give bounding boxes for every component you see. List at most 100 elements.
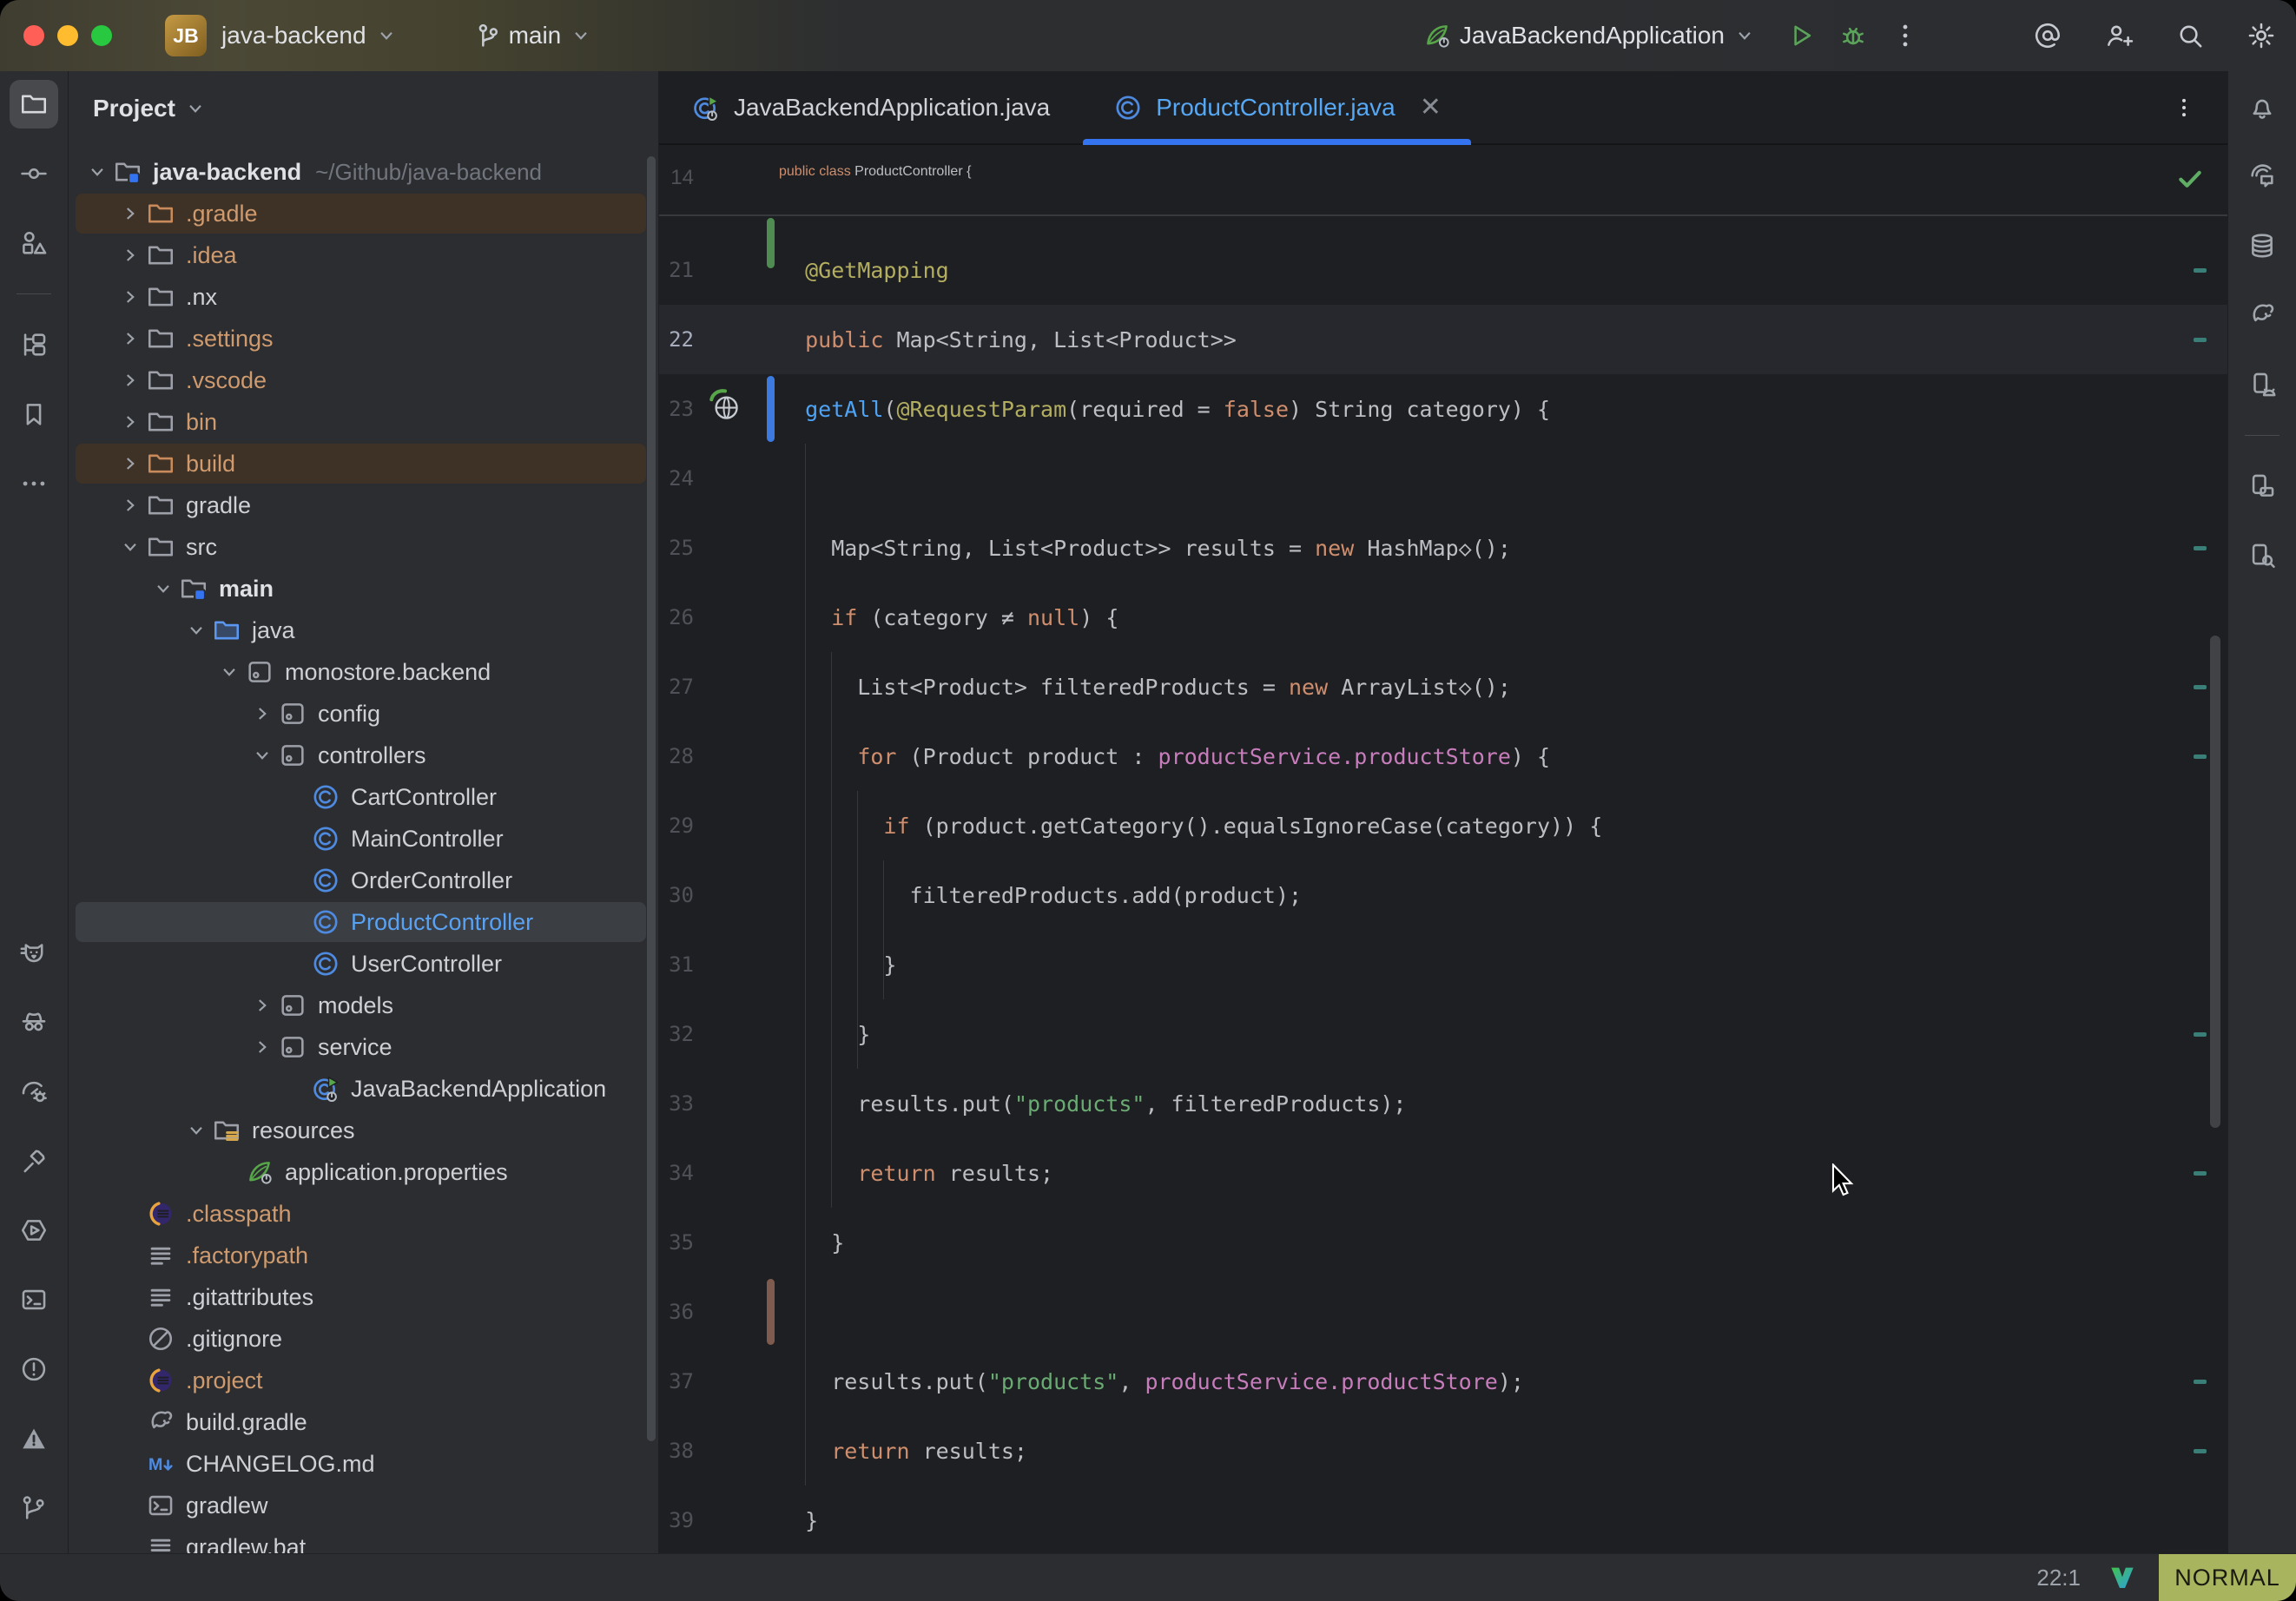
tab-javabackendapplication[interactable]: JavaBackendApplication.java bbox=[659, 71, 1081, 143]
tree-item-java[interactable]: java bbox=[69, 609, 658, 651]
device-explorer-icon[interactable] bbox=[2238, 531, 2286, 580]
tree-item-gradlew-bat[interactable]: gradlew.bat bbox=[69, 1526, 658, 1553]
chevron-right-icon[interactable] bbox=[115, 369, 145, 392]
tree-item-models[interactable]: models bbox=[69, 985, 658, 1026]
code-line-37[interactable]: 37 results.put("products", productServic… bbox=[659, 1347, 2227, 1416]
hierarchy-icon[interactable] bbox=[10, 320, 58, 369]
device-manager-icon[interactable] bbox=[2238, 360, 2286, 409]
chevron-right-icon[interactable] bbox=[115, 452, 145, 475]
database-icon[interactable] bbox=[2238, 221, 2286, 270]
structure-icon[interactable] bbox=[10, 219, 58, 267]
tree-item-changelog-md[interactable]: MCHANGELOG.md bbox=[69, 1443, 658, 1485]
code-line-23[interactable]: 23 getAll(@RequestParam(required = false… bbox=[659, 374, 2227, 444]
vcs-ws-marker[interactable] bbox=[767, 1279, 775, 1345]
more-actions-kebab-icon[interactable] bbox=[1890, 20, 1921, 51]
bookmarks-icon[interactable] bbox=[10, 390, 58, 438]
code-line-36[interactable]: 36 bbox=[659, 1277, 2227, 1347]
chevron-down-icon[interactable] bbox=[247, 744, 277, 767]
editor-options-kebab-icon[interactable] bbox=[2168, 92, 2200, 123]
chevron-right-icon[interactable] bbox=[115, 494, 145, 517]
vcs-modified-marker[interactable] bbox=[767, 376, 775, 442]
code-line-27[interactable]: 27 List<Product> filteredProducts = new … bbox=[659, 652, 2227, 721]
tree-item-main[interactable]: main bbox=[69, 568, 658, 609]
notifications-bell-icon[interactable] bbox=[2238, 82, 2286, 131]
tab-productcontroller[interactable]: ProductController.java ✕ bbox=[1081, 71, 1473, 143]
tree-item--gitattributes[interactable]: .gitattributes bbox=[69, 1276, 658, 1318]
search-icon[interactable] bbox=[2174, 20, 2206, 51]
problems-icon[interactable] bbox=[10, 1345, 58, 1393]
tree-item--gradle[interactable]: .gradle bbox=[69, 193, 658, 234]
code-line-22[interactable]: 22 public Map<String, List<Product>> bbox=[659, 305, 2227, 374]
terminal-icon[interactable] bbox=[10, 1275, 58, 1324]
profiler-icon[interactable] bbox=[10, 1067, 58, 1116]
inspections-ok-check-icon[interactable] bbox=[2175, 164, 2205, 198]
code-line-29[interactable]: 29 if (product.getCategory().equalsIgnor… bbox=[659, 791, 2227, 860]
chevron-right-icon[interactable] bbox=[115, 202, 145, 225]
incognito-icon[interactable] bbox=[10, 998, 58, 1046]
chevron-right-icon[interactable] bbox=[115, 286, 145, 308]
chevron-down-icon[interactable] bbox=[1733, 24, 1756, 47]
chevron-down-icon[interactable] bbox=[214, 661, 244, 683]
build-hammer-icon[interactable] bbox=[10, 1137, 58, 1185]
tree-item-usercontroller[interactable]: UserController bbox=[69, 943, 658, 985]
tree-item--project[interactable]: .project bbox=[69, 1360, 658, 1401]
tree-item-ordercontroller[interactable]: OrderController bbox=[69, 860, 658, 901]
vcs-graph-icon[interactable] bbox=[10, 1484, 58, 1532]
chevron-down-icon[interactable] bbox=[82, 161, 112, 183]
close-tab-icon[interactable]: ✕ bbox=[1420, 95, 1442, 121]
code-line-31[interactable]: 31 } bbox=[659, 930, 2227, 999]
sticky-line[interactable]: 14 public class ProductController { bbox=[659, 145, 2227, 216]
tree-item--classpath[interactable]: .classpath bbox=[69, 1193, 658, 1235]
code-line-30[interactable]: 30 filteredProducts.add(product); bbox=[659, 860, 2227, 930]
request-mapping-globe-icon[interactable] bbox=[706, 387, 744, 431]
chevron-right-icon[interactable] bbox=[115, 327, 145, 350]
tree-item-javabackendapplication[interactable]: JavaBackendApplication bbox=[69, 1068, 658, 1110]
tree-item-build[interactable]: build bbox=[69, 443, 658, 484]
more-tools-icon[interactable] bbox=[10, 459, 58, 508]
tree-item-maincontroller[interactable]: MainController bbox=[69, 818, 658, 860]
ai-assistant-icon[interactable] bbox=[2238, 152, 2286, 201]
cat-ai-icon[interactable] bbox=[10, 928, 58, 977]
ai-at-icon[interactable] bbox=[2032, 20, 2063, 51]
code-line-33[interactable]: 33 results.put("products", filteredProdu… bbox=[659, 1069, 2227, 1138]
tree-item--vscode[interactable]: .vscode bbox=[69, 359, 658, 401]
branch-selector[interactable]: main bbox=[472, 20, 593, 51]
code-area[interactable]: 21 @GetMapping22 public Map<String, List… bbox=[659, 216, 2227, 1553]
project-tool-icon[interactable] bbox=[10, 80, 58, 128]
project-panel-title[interactable]: Project bbox=[93, 95, 175, 122]
tree-item-resources[interactable]: resources bbox=[69, 1110, 658, 1151]
close-window-button[interactable] bbox=[23, 25, 44, 46]
code-line-35[interactable]: 35 } bbox=[659, 1208, 2227, 1277]
tree-item-productcontroller[interactable]: ProductController bbox=[69, 901, 658, 943]
tree-item-bin[interactable]: bin bbox=[69, 401, 658, 443]
chevron-right-icon[interactable] bbox=[247, 1036, 277, 1058]
code-line-26[interactable]: 26 if (category ≠ null) { bbox=[659, 583, 2227, 652]
tree-item-monostore-backend[interactable]: monostore.backend bbox=[69, 651, 658, 693]
code-line-39[interactable]: 39 } bbox=[659, 1486, 2227, 1553]
tree-item-gradlew[interactable]: gradlew bbox=[69, 1485, 658, 1526]
running-devices-icon[interactable] bbox=[2238, 462, 2286, 511]
ideavim-icon[interactable] bbox=[2108, 1564, 2136, 1591]
tree-item--factorypath[interactable]: .factorypath bbox=[69, 1235, 658, 1276]
chevron-down-icon[interactable] bbox=[184, 97, 207, 120]
vim-mode-badge[interactable]: NORMAL bbox=[2159, 1554, 2296, 1601]
run-configuration-label[interactable]: JavaBackendApplication bbox=[1460, 22, 1725, 49]
code-line-21[interactable]: 21 @GetMapping bbox=[659, 235, 2227, 305]
tree-item-controllers[interactable]: controllers bbox=[69, 735, 658, 776]
tree-item-build-gradle[interactable]: build.gradle bbox=[69, 1401, 658, 1443]
services-icon[interactable] bbox=[10, 1206, 58, 1255]
warnings-icon[interactable] bbox=[10, 1414, 58, 1463]
code-line-24[interactable]: 24 bbox=[659, 444, 2227, 513]
chevron-right-icon[interactable] bbox=[115, 244, 145, 267]
project-selector-label[interactable]: java-backend bbox=[221, 22, 366, 49]
code-line-25[interactable]: 25 Map<String, List<Product>> results = … bbox=[659, 513, 2227, 583]
editor-scrollbar[interactable] bbox=[2210, 636, 2220, 1128]
chevron-down-icon[interactable] bbox=[148, 577, 178, 600]
settings-gear-icon[interactable] bbox=[2246, 20, 2277, 51]
chevron-down-icon[interactable] bbox=[115, 536, 145, 558]
chevron-right-icon[interactable] bbox=[247, 702, 277, 725]
gradle-icon[interactable] bbox=[2238, 291, 2286, 339]
tree-item--nx[interactable]: .nx bbox=[69, 276, 658, 318]
chevron-down-icon[interactable] bbox=[181, 1119, 211, 1142]
chevron-down-icon[interactable] bbox=[375, 24, 398, 47]
